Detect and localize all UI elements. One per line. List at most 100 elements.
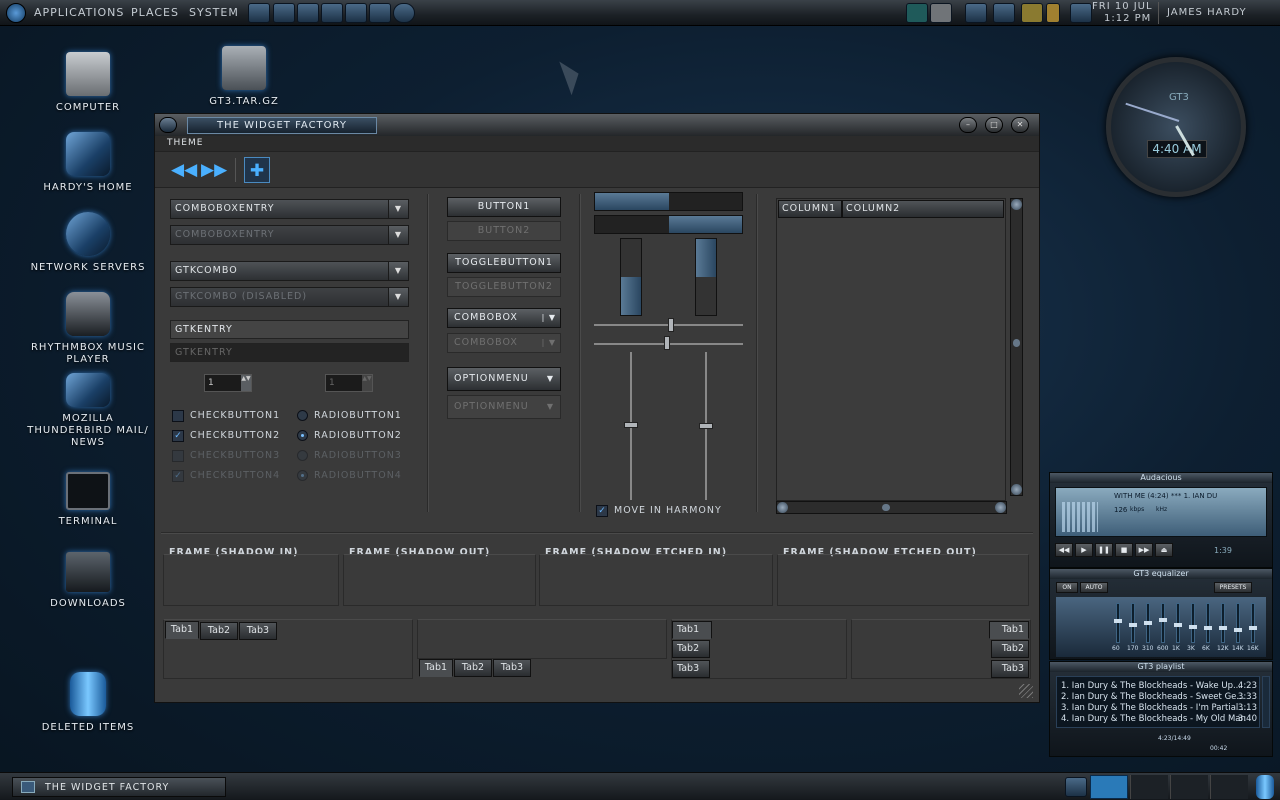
terminal-launcher-icon[interactable] <box>321 3 343 23</box>
radiobutton-1[interactable] <box>297 410 308 421</box>
panel-date[interactable]: Fri 10 Jul <box>1092 1 1153 12</box>
desktop-icon-home[interactable]: Hardy's Home <box>18 132 158 194</box>
workspace-switcher-4[interactable] <box>1210 775 1248 799</box>
eq-on-button[interactable]: ON <box>1056 582 1078 593</box>
stop-icon[interactable]: ■ <box>1115 543 1133 557</box>
desktop-icon-network[interactable]: Network Servers <box>18 212 158 274</box>
workspace-icon[interactable] <box>906 3 928 23</box>
browser-launcher-icon[interactable] <box>248 3 270 23</box>
chevron-down-icon[interactable]: ▼ <box>388 262 408 280</box>
desktop-icon-terminal[interactable]: Terminal <box>18 472 158 528</box>
add-icon[interactable]: ✚ <box>244 157 270 183</box>
treeview[interactable]: column1 column2 <box>776 198 1006 501</box>
clock-widget[interactable]: GT3 4:40 AM <box>1106 57 1246 197</box>
rewind-icon[interactable]: ◀◀ <box>171 157 197 183</box>
eq-band-slider[interactable] <box>1221 603 1225 643</box>
previous-icon[interactable]: ◀◀ <box>1055 543 1073 557</box>
notebook-1-tab-3[interactable]: Tab3 <box>239 622 277 640</box>
notebook-3-tab-3[interactable]: Tab3 <box>672 660 710 678</box>
eq-band-knob[interactable] <box>1144 621 1152 625</box>
network-tray-icon[interactable] <box>965 3 987 23</box>
eq-band-slider[interactable] <box>1116 603 1120 643</box>
eq-band-knob[interactable] <box>1189 625 1197 629</box>
eq-band-knob[interactable] <box>1114 619 1122 623</box>
eq-band-knob[interactable] <box>1219 626 1227 630</box>
spinbutton-1[interactable]: 1 ▲▼ <box>204 374 252 392</box>
notebook-3-tab-2[interactable]: Tab2 <box>672 640 710 658</box>
volume-tray-icon[interactable] <box>1070 3 1092 23</box>
display-tray-icon[interactable] <box>993 3 1015 23</box>
playlist-list[interactable]: 1. Ian Dury & The Blockheads - Wake Up..… <box>1056 676 1260 728</box>
workspace-switcher-3[interactable] <box>1170 775 1208 799</box>
fast-forward-icon[interactable]: ▶▶ <box>201 157 227 183</box>
screenshot-launcher-icon[interactable] <box>345 3 367 23</box>
tools-launcher-icon[interactable] <box>369 3 391 23</box>
maximize-button[interactable]: □ <box>985 117 1003 133</box>
playlist-item-3[interactable]: 3. Ian Dury & The Blockheads - I'm Parti… <box>1061 703 1257 715</box>
scroll-thumb[interactable] <box>882 504 890 511</box>
taskbar-task-widget-factory[interactable]: The Widget Factory <box>12 777 226 797</box>
column-header-2[interactable]: column2 <box>842 200 1004 218</box>
hscale-1-slider[interactable] <box>668 318 674 332</box>
vertical-scrollbar[interactable] <box>1010 198 1023 496</box>
gtkcombo[interactable]: gtkcombo ▼ <box>170 261 409 281</box>
scroll-down-icon[interactable] <box>1011 484 1022 495</box>
notebook-4-tab-1[interactable]: Tab1 <box>989 621 1029 639</box>
desktop-icon-archive[interactable]: GT3.tar.gz <box>174 46 314 108</box>
eq-band-slider[interactable] <box>1236 603 1240 643</box>
panel-time[interactable]: 1:12 PM <box>1104 13 1151 24</box>
eq-auto-button[interactable]: AUTO <box>1080 582 1108 593</box>
pause-icon[interactable]: ❚❚ <box>1095 543 1113 557</box>
show-desktop-icon[interactable] <box>1065 777 1087 797</box>
vscale-2-slider[interactable] <box>699 423 713 429</box>
workspace-switcher-1[interactable] <box>1090 775 1128 799</box>
eq-band-knob[interactable] <box>1129 623 1137 627</box>
power-icon[interactable] <box>930 3 952 23</box>
playlist-item-4[interactable]: 4. Ian Dury & The Blockheads - My Old Ma… <box>1061 714 1257 726</box>
notebook-1-tab-1[interactable]: Tab1 <box>165 621 199 639</box>
desktop-icon-downloads[interactable]: Downloads <box>18 552 158 610</box>
eq-band-slider[interactable] <box>1206 603 1210 643</box>
scroll-left-icon[interactable] <box>777 502 788 513</box>
eq-band-knob[interactable] <box>1204 626 1212 630</box>
desktop-icon-rhythmbox[interactable]: Rhythmbox Music Player <box>18 292 158 366</box>
togglebutton-1[interactable]: togglebutton1 <box>447 253 561 273</box>
next-icon[interactable]: ▶▶ <box>1135 543 1153 557</box>
ubuntu-logo-icon[interactable] <box>6 3 26 23</box>
workspace-switcher-2[interactable] <box>1130 775 1168 799</box>
combobox-1[interactable]: combobox | ▼ <box>447 308 561 328</box>
menu-theme[interactable]: Theme <box>167 138 203 148</box>
hscale-2-slider[interactable] <box>664 336 670 350</box>
menu-places[interactable]: Places <box>131 6 179 19</box>
mail-launcher-icon[interactable] <box>273 3 295 23</box>
play-icon[interactable]: ▶ <box>1075 543 1093 557</box>
checkbutton-2[interactable]: ✓ <box>172 430 184 442</box>
eq-band-knob[interactable] <box>1174 623 1182 627</box>
menu-system[interactable]: System <box>189 6 239 19</box>
comboboxentry-1[interactable]: comboboxentry ▼ <box>170 199 409 219</box>
desktop-icon-trash[interactable]: Deleted Items <box>18 672 158 734</box>
button-1[interactable]: button1 <box>447 197 561 217</box>
lock-tray-icon[interactable] <box>1046 3 1060 23</box>
eq-band-knob[interactable] <box>1159 618 1167 622</box>
spin-arrows-icon[interactable]: ▲▼ <box>241 375 251 391</box>
checkbutton-1[interactable] <box>172 410 184 422</box>
gtkentry-1[interactable]: gtkentry <box>170 320 409 339</box>
playlist-item-1[interactable]: 1. Ian Dury & The Blockheads - Wake Up..… <box>1061 681 1257 693</box>
notebook-2-tab-3[interactable]: Tab3 <box>493 659 531 677</box>
phone-launcher-icon[interactable] <box>297 3 319 23</box>
equalizer-titlebar[interactable]: GT3 equalizer <box>1050 569 1272 579</box>
notebook-1-tab-2[interactable]: Tab2 <box>200 622 238 640</box>
scroll-up-icon[interactable] <box>1011 199 1022 210</box>
scroll-thumb[interactable] <box>1013 339 1020 347</box>
minimize-button[interactable]: – <box>959 117 977 133</box>
notebook-2-tab-1[interactable]: Tab1 <box>419 659 453 677</box>
move-in-harmony-check[interactable]: ✓ <box>596 505 608 517</box>
eq-band-knob[interactable] <box>1249 626 1257 630</box>
eq-band-slider[interactable] <box>1191 603 1195 643</box>
notebook-3-tab-1[interactable]: Tab1 <box>672 621 712 639</box>
playlist-scrollbar[interactable] <box>1262 676 1270 728</box>
resize-grip-icon[interactable] <box>1019 684 1033 698</box>
desktop-icon-computer[interactable]: Computer <box>18 52 158 114</box>
window-menu-icon[interactable] <box>159 117 177 133</box>
